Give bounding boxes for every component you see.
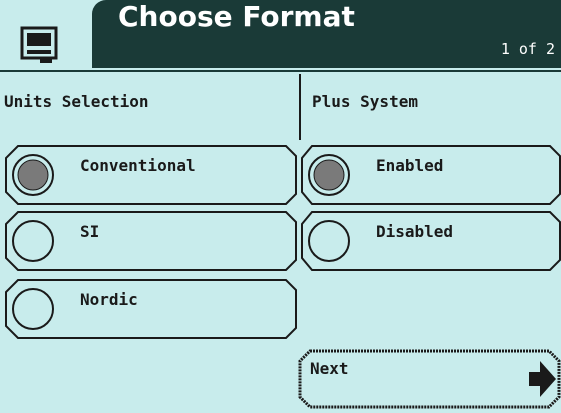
option-label: Enabled [376, 156, 444, 175]
radio-unselected-icon [10, 286, 56, 332]
option-label: Nordic [80, 290, 138, 309]
units-selection-label: Units Selection [4, 92, 149, 111]
next-button[interactable]: Next [298, 349, 561, 409]
units-option-conventional[interactable]: Conventional [4, 144, 297, 206]
radio-selected-icon [10, 152, 56, 198]
radio-unselected-icon [306, 218, 352, 264]
header-bar: Choose Format 1 of 2 [0, 0, 561, 72]
arrow-right-icon [527, 359, 557, 399]
radio-unselected-icon [10, 218, 56, 264]
plus-option-disabled[interactable]: Disabled [300, 210, 561, 272]
option-label: Conventional [80, 156, 196, 175]
monitor-icon [8, 6, 64, 66]
radio-selected-icon [306, 152, 352, 198]
plus-system-label: Plus System [312, 92, 418, 111]
choose-format-screen: Choose Format 1 of 2 Units Selection Plu… [0, 0, 561, 409]
column-divider [299, 74, 301, 140]
option-label: SI [80, 222, 100, 241]
units-option-si[interactable]: SI [4, 210, 297, 272]
units-option-nordic[interactable]: Nordic [4, 278, 297, 340]
next-label: Next [310, 359, 349, 378]
header-divider [0, 70, 561, 72]
page-title: Choose Format [118, 0, 355, 33]
page-indicator: 1 of 2 [500, 40, 555, 58]
plus-option-enabled[interactable]: Enabled [300, 144, 561, 206]
option-label: Disabled [376, 222, 454, 241]
